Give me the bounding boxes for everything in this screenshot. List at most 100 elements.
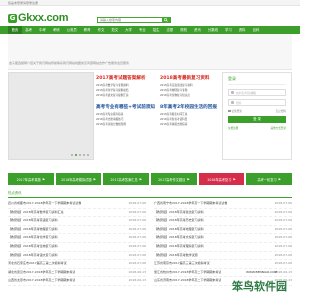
lock-icon [231,101,234,104]
nav-item[interactable]: 考研 [49,26,63,34]
news-column: 2018高考数学复习专题资料 2018高考化学复习提纲总结 2018高考语文复习提纲… [96,83,154,99]
search-button[interactable] [162,18,170,22]
nav-item[interactable]: 院校 [177,26,191,34]
slider-dot[interactable] [74,153,77,156]
user-icon [231,91,234,94]
forgot-password-link[interactable]: 忘记密码 [276,109,286,113]
list-item-title[interactable]: 湖北省武汉市2017-2018学年高二下学期期末考试 [8,269,75,277]
slider-dot[interactable] [70,153,73,156]
other-login-link[interactable]: 其他方式登录 [270,126,286,130]
remember-checkbox[interactable]: 记住登录 [228,109,242,113]
list-item-title[interactable]: 【教研组】2018年高考历史复习资料 [154,217,204,225]
sub-nav-links[interactable]: 金子图选报网介绍关于我们网站导航联系我们网站地图常见问题网站合作广告服务会员服务 [9,61,129,65]
list-item-title[interactable]: 【教研组】2018年高考生物复习资料 [8,243,58,251]
list-item-title[interactable]: 【教研组】2018年高考地理复习资料 [154,226,204,234]
nav-item[interactable]: 中考 [36,26,50,34]
site-logo[interactable]: G Gkxx.com [8,12,68,24]
list-item-title[interactable]: 山东省济南市2017-2018学年高二下学期期末考试 [154,277,221,285]
nav-item[interactable]: 资料 [235,26,249,34]
news-headline[interactable]: 8年高考2年校园生活的回报 [160,104,218,110]
nav-item[interactable]: 百科 [249,26,263,34]
image-slider[interactable] [8,72,94,160]
list-item-title[interactable]: 【教研组】2018年高考理综复习资料 [154,243,204,251]
slider-dot[interactable] [82,153,85,156]
nav-item[interactable]: 教育 [80,26,94,34]
quick-link[interactable]: 2018年高考复习 ▶ [198,173,245,185]
login-button[interactable]: 登 录 [228,116,286,123]
nav-item[interactable]: 大学 [122,26,136,34]
list-item[interactable]: 【教研组】2018年高考化学复习资料 2018-07-06 [8,234,146,243]
list-item-title[interactable]: 【教研组】2018年高考数学试题 [154,252,198,260]
arrow-right-icon: ▶ [233,177,236,181]
list-item[interactable]: 【教研组】2018年高考政治复习资料 2018-07-06 [154,209,292,218]
news-title-row: 高考专业有哪些+考试前须知 8年高考2年校园生活的回报 [96,104,218,112]
slider-dot[interactable] [86,153,89,156]
list-item[interactable]: 湖北省武汉市2017-2018学年高二下学期期末考试 2018-06-13 [8,269,146,278]
list-item-title[interactable]: 【教研组】2018年高考语文复习资料 [8,252,58,260]
news-link[interactable]: 2018高考录取分数线预测 [96,122,154,127]
nav-item[interactable]: 学习 [222,26,236,34]
list-item-title[interactable]: 浙江省杭州市2017-2018学年高二下学期期末考试 [154,269,221,277]
quick-link[interactable]: 2017年高考真题 ▶ [8,173,54,185]
quick-link[interactable]: 2018年高考模拟试题 ▶ [55,173,102,185]
arrow-right-icon: ▶ [278,177,281,181]
list-item-title[interactable]: 广西省南宁市2017-2018学年高一下学期期末考试试卷 [154,200,227,208]
list-item[interactable]: 河北省石家庄市2017届高三第二次模拟考试 2018-07-06 [8,260,146,269]
watermark-sub: WWW.BENNIAO.COM [246,270,278,274]
list-item-title[interactable]: 【教研组】2018年高考物理复习资料 [8,226,58,234]
quick-link[interactable]: 高考一轮复习 ▶ [246,173,293,185]
list-item[interactable]: 山西省太原市2017-2018学年高二下学期期末考试 2018-06-13 [8,277,146,286]
list-item[interactable]: 广西省南宁市2017-2018学年高一下学期期末考试试卷 2018-07-06 [154,200,292,209]
register-link[interactable]: 免费注册 [228,126,238,130]
nav-item[interactable]: 公务员 [63,26,80,34]
search-input[interactable] [98,18,162,22]
top-bar-text: 您是未登录请登录注册 [8,1,39,5]
nav-item[interactable]: 志愿 [163,26,177,34]
username-field[interactable]: 用户名/手机/邮箱 [228,89,286,96]
news-link[interactable]: 2018高考生物复习知识点 [160,93,218,98]
news-headline[interactable]: 2018高考最新复习资料 [160,75,218,81]
nav-item[interactable]: 高考 [22,26,36,34]
list-item[interactable]: 【教研组】2018年高考数学复习资料汇总 2018-07-06 [8,209,146,218]
list-item[interactable]: 【教研组】2018年高考物理复习资料 2018-07-06 [8,226,146,235]
list-item[interactable]: 【教研组】2018年高考语文复习资料 2018-07-06 [8,252,146,261]
list-item-title[interactable]: 【教研组】2018年高考政治复习资料 [154,209,204,217]
news-headline[interactable]: 高考专业有哪些+考试前须知 [96,104,155,110]
list-item-title[interactable]: 山西省太原市2017-2018学年高二下学期期末考试 [8,277,75,285]
nav-item[interactable]: 范文 [108,26,122,34]
list-item[interactable]: 【教研组】2018年高考生物复习资料 2018-07-06 [8,243,146,252]
username-placeholder: 用户名/手机/邮箱 [236,91,256,95]
logo-text: Gkxx.com [18,12,69,24]
nav-item[interactable]: 作文 [94,26,108,34]
news-headline[interactable]: 2017高考试题答案解析 [96,75,154,81]
sub-nav-panel: 金子图选报网介绍关于我们网站导航联系我们网站地图常见问题网站合作广告服务会员服务 [8,34,292,70]
nav-item[interactable]: 招生 [149,26,163,34]
list-item-title[interactable]: 【教研组】2018年高考英语复习资料 [8,217,58,225]
news-column: 2018高考专业报考指南 2018高考志愿填报技巧 2018高考录取分数线预测 [96,112,154,128]
password-field[interactable]: 密码 [228,99,286,106]
nav-item[interactable]: 资讯 [191,26,205,34]
list-item-title[interactable]: 【教研组】2018年高考文综复习资料 [154,234,204,242]
list-item[interactable]: 【教研组】2018年高考历史复习资料 2018-07-06 [154,217,292,226]
news-link[interactable]: 2018高考填报志愿指南 [160,122,218,127]
nav-item[interactable]: 首页 [8,26,22,34]
news-column: 2018高考报名时间汇总 2018高考各省考试科目 2018高考填报志愿指南 [160,112,218,128]
list-item-title[interactable]: 四川省成都市2017-2018学年高一下学期期末考试试卷 [8,200,81,208]
news-link[interactable]: 2018高考语文复习提纲汇总 [96,93,154,98]
slider-dot[interactable] [78,153,81,156]
list-item[interactable]: 【教研组】2018年高考文综复习资料 2018-07-06 [154,234,292,243]
nav-item[interactable]: 分数线 [204,26,221,34]
list-item[interactable]: 四川省成都市2017-2018学年高一下学期期末考试试卷 2018-07-06 [8,200,146,209]
nav-item[interactable]: 专业 [135,26,149,34]
list-item-title[interactable]: 【教研组】2018年高考数学复习资料汇总 [8,209,64,217]
watermark-logo: WWW.BENNIAO.COM 笨鸟软件园 [232,255,292,295]
quick-link[interactable]: 2017高考答案汇总 ▶ [103,173,150,185]
search-box [97,17,171,23]
list-item-title[interactable]: 江苏省南京市2017届高三第三次模拟考试 [154,260,210,268]
list-item-title[interactable]: 河北省石家庄市2017届高三第二次模拟考试 [8,260,67,268]
list-item-title[interactable]: 【教研组】2018年高考化学复习资料 [8,234,58,242]
list-item[interactable]: 【教研组】2018年高考地理复习资料 2018-07-06 [154,226,292,235]
quick-link[interactable]: 2017高考作文题目 ▶ [151,173,197,185]
list-item[interactable]: 【教研组】2018年高考英语复习资料 2018-07-06 [8,217,146,226]
list-item[interactable]: 【教研组】2018年高考理综复习资料 2018-07-06 [154,243,292,252]
